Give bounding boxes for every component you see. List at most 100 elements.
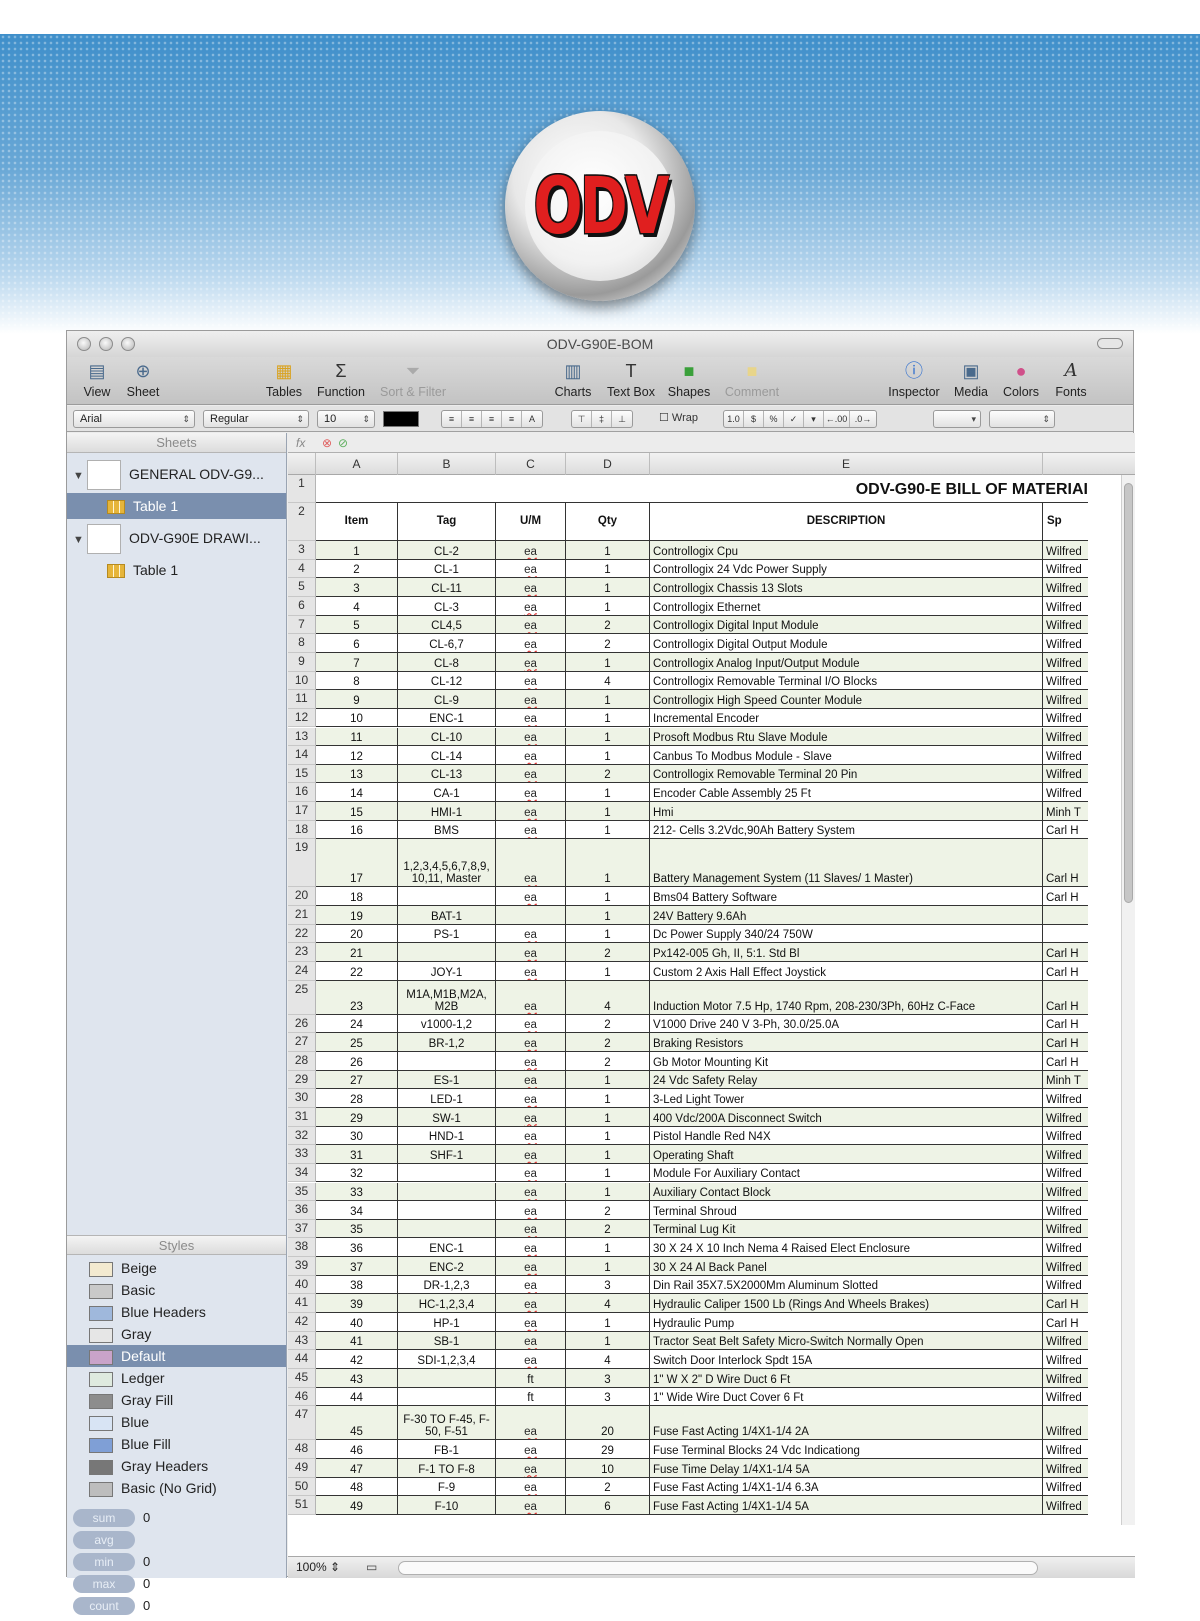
table-cell[interactable]: 1 [566,887,650,907]
table-cell[interactable]: 1 [566,578,650,597]
row-header[interactable]: 35 [288,1182,316,1202]
table-cell[interactable]: 6 [316,634,398,653]
table-cell[interactable]: 16 [316,820,398,840]
table-cell[interactable]: ea [496,1070,566,1090]
table-cell[interactable]: Terminal Lug Kit [650,1219,1043,1239]
table-cell[interactable]: Wilfred [1043,1477,1088,1497]
table-cell[interactable]: 30 X 24 X 10 Inch Nema 4 Raised Elect En… [650,1238,1043,1258]
row-header[interactable]: 49 [288,1458,316,1478]
table-cell[interactable]: 1 [566,652,650,672]
table-cell[interactable]: SW-1 [398,1107,496,1127]
table-cell[interactable]: Bms04 Battery Software [650,887,1043,907]
table-cell[interactable]: 1 [566,727,650,747]
row-header[interactable]: 2 [288,503,316,541]
row-header[interactable]: 45 [288,1369,316,1388]
row-header[interactable]: 19 [288,839,316,888]
table-cell[interactable]: DR-1,2,3 [398,1275,496,1295]
align-middle-icon[interactable]: ‡ [592,411,612,427]
table-cell[interactable]: ea [496,559,566,579]
table-cell[interactable]: ea [496,783,566,803]
row-header[interactable]: 27 [288,1033,316,1052]
style-item[interactable]: Basic [67,1279,286,1301]
row-header[interactable]: 24 [288,962,316,981]
checkbox-format[interactable]: ✓ [784,411,804,427]
table-cell[interactable]: ea [496,596,566,616]
accept-formula-icon[interactable]: ⊘ [338,436,348,450]
align-center-icon[interactable]: ≡ [462,411,482,427]
tables-button[interactable]: ▦ Tables [262,359,306,399]
table-cell[interactable]: Wilfred [1043,671,1088,691]
table-cell[interactable]: 11 [316,727,398,747]
table-cell[interactable]: Wilfred [1043,1089,1088,1108]
table-cell[interactable]: 27 [316,1070,398,1090]
sheet-item-general[interactable]: ▼ GENERAL ODV-G9... [67,455,286,493]
table-cell[interactable]: 1 [566,906,650,925]
table-cell[interactable]: 2 [566,615,650,635]
row-header[interactable]: 7 [288,615,316,635]
table-cell[interactable]: JOY-1 [398,962,496,981]
row-header[interactable]: 36 [288,1201,316,1220]
table-cell[interactable]: 3 [566,1369,650,1388]
justify-icon[interactable]: ≡ [502,411,522,427]
table-cell[interactable]: SDI-1,2,3,4 [398,1350,496,1369]
vertical-scrollbar[interactable] [1121,475,1135,1525]
table-cell[interactable]: Controllogix Digital Output Module [650,634,1043,653]
sheet-item-drawings[interactable]: ▼ ODV-G90E DRAWI... [67,519,286,557]
column-header[interactable]: B [398,453,496,475]
table-cell[interactable]: CL-3 [398,596,496,616]
table-cell[interactable]: 15 [316,802,398,821]
row-header[interactable]: 28 [288,1051,316,1071]
table-cell[interactable]: ea [496,887,566,907]
table-cell[interactable]: Wilfred [1043,1163,1088,1183]
table-cell[interactable]: Controllogix Ethernet [650,596,1043,616]
table-cell[interactable]: Braking Resistors [650,1033,1043,1052]
table-cell[interactable]: 31 [316,1145,398,1164]
row-header[interactable]: 29 [288,1070,316,1090]
view-button[interactable]: ▤ View [77,359,117,399]
corner-cell[interactable] [288,453,316,475]
align-left-icon[interactable]: ≡ [442,411,462,427]
table-cell[interactable]: 1 [566,1313,650,1332]
table-cell[interactable]: 8 [316,671,398,691]
table-cell[interactable]: ea [496,839,566,888]
table-cell[interactable]: 1 [566,1126,650,1146]
table-cell[interactable]: 3 [566,1275,650,1295]
stat-label[interactable]: max [73,1575,135,1593]
table-cell[interactable]: ea [496,1238,566,1258]
table-cell[interactable]: BR-1,2 [398,1033,496,1052]
align-top-icon[interactable]: ⊤ [572,411,592,427]
table-cell[interactable]: Wilfred [1043,1107,1088,1127]
table-cell[interactable]: ea [496,671,566,691]
fill-select[interactable]: ▾ [933,410,981,428]
table-cell[interactable]: Wilfred [1043,596,1088,616]
increase-decimals[interactable]: .0→ [850,411,876,427]
table-cell[interactable]: Carl H [1043,820,1088,840]
table-cell[interactable]: Carl H [1043,1014,1088,1034]
table-cell[interactable]: ea [496,541,566,560]
table-cell[interactable]: 26 [316,1051,398,1071]
font-size-select[interactable]: 10 ⇕ [317,410,375,428]
wrap-checkbox[interactable]: ☐ Wrap [659,411,698,424]
table-cell[interactable]: Wilfred [1043,634,1088,653]
table-cell[interactable]: Canbus To Modbus Module - Slave [650,746,1043,765]
number-format-buttons[interactable]: 1.0 $% ✓ ▾ ←.00.0→ [723,410,877,428]
media-button[interactable]: ▣ Media [951,359,991,399]
table-cell[interactable]: ft [496,1387,566,1407]
row-header[interactable]: 1 [288,475,316,503]
table-cell[interactable]: CL-1 [398,559,496,579]
table-cell[interactable]: ENC-2 [398,1257,496,1276]
table-cell[interactable]: 1 [566,1145,650,1164]
table-cell[interactable]: ea [496,1145,566,1164]
table-cell[interactable]: Operating Shaft [650,1145,1043,1164]
table-cell[interactable]: 2 [316,559,398,579]
table-cell[interactable]: Wilfred [1043,1182,1088,1202]
row-header[interactable]: 31 [288,1107,316,1127]
table-cell[interactable]: 1 [566,1163,650,1183]
table-cell[interactable]: FB-1 [398,1440,496,1459]
table-cell[interactable]: 1 [566,820,650,840]
stat-label[interactable]: sum [73,1509,135,1527]
table-cell[interactable]: Sp [1043,503,1088,541]
table-cell[interactable]: 1 [566,839,650,888]
style-item[interactable]: Gray Headers [67,1455,286,1477]
row-header[interactable]: 9 [288,652,316,672]
